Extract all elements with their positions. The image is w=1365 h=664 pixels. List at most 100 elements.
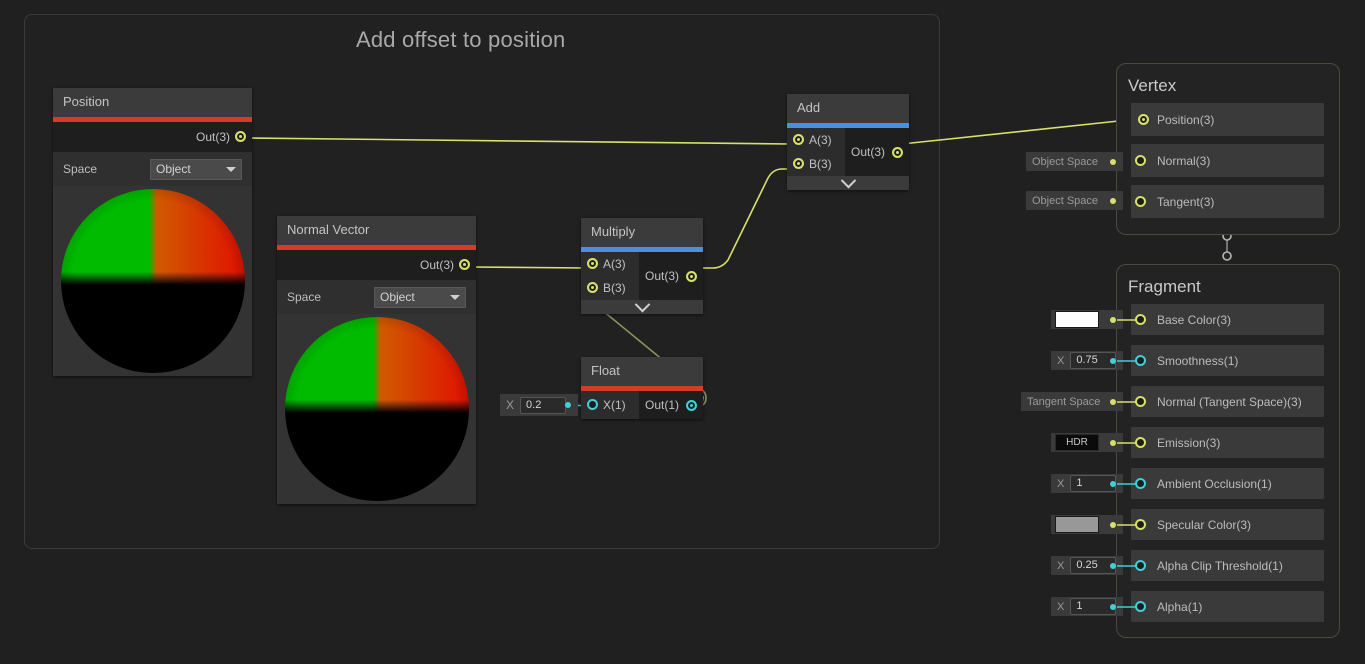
node-position-out-row[interactable]: Out(3) [53,122,252,152]
node-multiply-in-b-port[interactable] [587,282,598,293]
node-multiply-in-a-row[interactable]: A(3) [581,252,639,276]
fragment-row-emission[interactable]: Emission(3) [1131,427,1324,458]
node-float-out-port[interactable] [686,400,697,411]
node-normal-vector-out-port[interactable] [459,259,470,270]
shader-graph-canvas[interactable]: Add offset to position Position Out(3) [0,0,1365,664]
vertex-tangent-side-field[interactable]: Object Space [1026,191,1123,210]
node-float-in-x-row[interactable]: X(1) [581,391,639,419]
node-float-out-label: Out(1) [645,398,679,412]
float-value-connector-dot[interactable] [565,402,571,408]
fragment-row-smoothness[interactable]: Smoothness(1) [1131,345,1324,376]
base-color-connector-dot[interactable] [1110,317,1116,323]
node-position-out-port[interactable] [235,131,246,142]
vertex-stack-title: Vertex [1128,76,1176,96]
fragment-row-normal-tangent-port[interactable] [1135,396,1146,407]
fragment-row-smoothness-port[interactable] [1135,355,1146,366]
vertex-row-position-label: Position(3) [1157,113,1214,127]
node-multiply-out-port[interactable] [686,271,697,282]
node-float[interactable]: Float X(1) Out(1) [581,357,703,419]
fragment-row-emission-label: Emission(3) [1157,436,1220,450]
fragment-emission-side-field[interactable]: HDR [1051,433,1123,452]
node-add-in-a-port[interactable] [793,134,804,145]
node-add-in-b-row[interactable]: B(3) [787,152,845,176]
stack-connector-bottom-dot [1223,252,1231,260]
node-position-title: Position [53,88,252,117]
fragment-specular-color-side-field[interactable] [1051,515,1123,534]
alpha-axis-label: X [1051,601,1070,613]
vertex-row-tangent-port[interactable] [1135,196,1146,207]
node-multiply-in-b-row[interactable]: B(3) [581,276,639,300]
node-add-in-b-port[interactable] [793,158,804,169]
vertex-row-position-port[interactable] [1138,114,1149,125]
float-value-field[interactable]: X 0.2 [500,394,578,416]
fragment-alpha-side-field[interactable]: X 1 [1051,597,1123,616]
node-float-in-x-port[interactable] [587,399,598,410]
smoothness-connector-dot[interactable] [1110,358,1116,364]
vertex-row-tangent-label: Tangent(3) [1157,195,1214,209]
float-value-input[interactable]: 0.2 [520,397,566,414]
node-multiply-in-a-port[interactable] [587,258,598,269]
base-color-swatch[interactable] [1055,311,1099,328]
fragment-ambient-occlusion-side-field[interactable]: X 1 [1051,474,1123,493]
fragment-row-smoothness-label: Smoothness(1) [1157,354,1238,368]
vertex-row-normal-port[interactable] [1135,155,1146,166]
fragment-row-ambient-occlusion-label: Ambient Occlusion(1) [1157,477,1272,491]
fragment-row-alpha[interactable]: Alpha(1) [1131,591,1324,622]
node-float-in-x-label: X(1) [603,398,626,412]
node-multiply-out-label: Out(3) [645,269,679,283]
node-normal-vector-space-row[interactable]: Space Object [277,280,476,314]
node-add[interactable]: Add A(3) B(3) Out(3) [787,94,909,190]
specular-color-connector-dot[interactable] [1110,522,1116,528]
vertex-tangent-connector-dot[interactable] [1110,198,1116,204]
fragment-row-specular-color[interactable]: Specular Color(3) [1131,509,1324,540]
vertex-row-tangent[interactable]: Tangent(3) [1131,185,1324,218]
fragment-row-alpha-label: Alpha(1) [1157,600,1202,614]
node-position-space-row[interactable]: Space Object [53,152,252,186]
node-normal-vector[interactable]: Normal Vector Out(3) Space Object [277,216,476,504]
node-add-in-b-label: B(3) [809,157,832,171]
fragment-row-base-color[interactable]: Base Color(3) [1131,304,1324,335]
node-add-out-port[interactable] [892,147,903,158]
fragment-normal-tangent-side-field[interactable]: Tangent Space [1021,392,1123,411]
node-normal-vector-out-label: Out(3) [420,258,454,272]
alpha-clip-threshold-axis-label: X [1051,560,1070,572]
node-position-space-dropdown[interactable]: Object [150,159,242,180]
normal-tangent-connector-dot[interactable] [1110,399,1116,405]
fragment-base-color-side-field[interactable] [1051,310,1123,329]
node-position[interactable]: Position Out(3) Space Object [53,88,252,376]
fragment-row-alpha-clip-threshold-port[interactable] [1135,560,1146,571]
vertex-row-normal-label: Normal(3) [1157,154,1210,168]
fragment-row-alpha-clip-threshold[interactable]: Alpha Clip Threshold(1) [1131,550,1324,581]
fragment-row-normal-tangent-label: Normal (Tangent Space)(3) [1157,395,1302,409]
node-normal-vector-space-dropdown[interactable]: Object [374,287,466,308]
ambient-occlusion-connector-dot[interactable] [1110,481,1116,487]
node-normal-vector-out-row[interactable]: Out(3) [277,250,476,280]
alpha-connector-dot[interactable] [1110,604,1116,610]
fragment-row-ambient-occlusion-port[interactable] [1135,478,1146,489]
fragment-row-alpha-port[interactable] [1135,601,1146,612]
node-multiply-in-b-label: B(3) [603,281,626,295]
fragment-row-normal-tangent[interactable]: Normal (Tangent Space)(3) [1131,386,1324,417]
node-position-space-label: Space [63,162,97,176]
vertex-row-position[interactable]: Position(3) [1131,103,1324,136]
vertex-normal-connector-dot[interactable] [1110,159,1116,165]
node-multiply-expander[interactable] [581,300,703,314]
fragment-smoothness-side-field[interactable]: X 0.75 [1051,351,1123,370]
emission-hdr-chip[interactable]: HDR [1055,434,1099,451]
vertex-normal-side-field[interactable]: Object Space [1026,152,1123,171]
alpha-clip-threshold-connector-dot[interactable] [1110,563,1116,569]
node-multiply[interactable]: Multiply A(3) B(3) Out(3) [581,218,703,314]
fragment-row-emission-port[interactable] [1135,437,1146,448]
normal-tangent-space-label: Tangent Space [1021,396,1106,408]
vertex-row-normal[interactable]: Normal(3) [1131,144,1324,177]
node-multiply-title: Multiply [581,218,703,247]
node-add-expander[interactable] [787,176,909,190]
fragment-row-specular-color-port[interactable] [1135,519,1146,530]
fragment-row-ambient-occlusion[interactable]: Ambient Occlusion(1) [1131,468,1324,499]
fragment-alpha-clip-threshold-side-field[interactable]: X 0.25 [1051,556,1123,575]
emission-connector-dot[interactable] [1110,440,1116,446]
specular-color-swatch[interactable] [1055,516,1099,533]
vertex-tangent-space-label: Object Space [1026,195,1104,207]
fragment-row-base-color-port[interactable] [1135,314,1146,325]
node-add-in-a-row[interactable]: A(3) [787,128,845,152]
